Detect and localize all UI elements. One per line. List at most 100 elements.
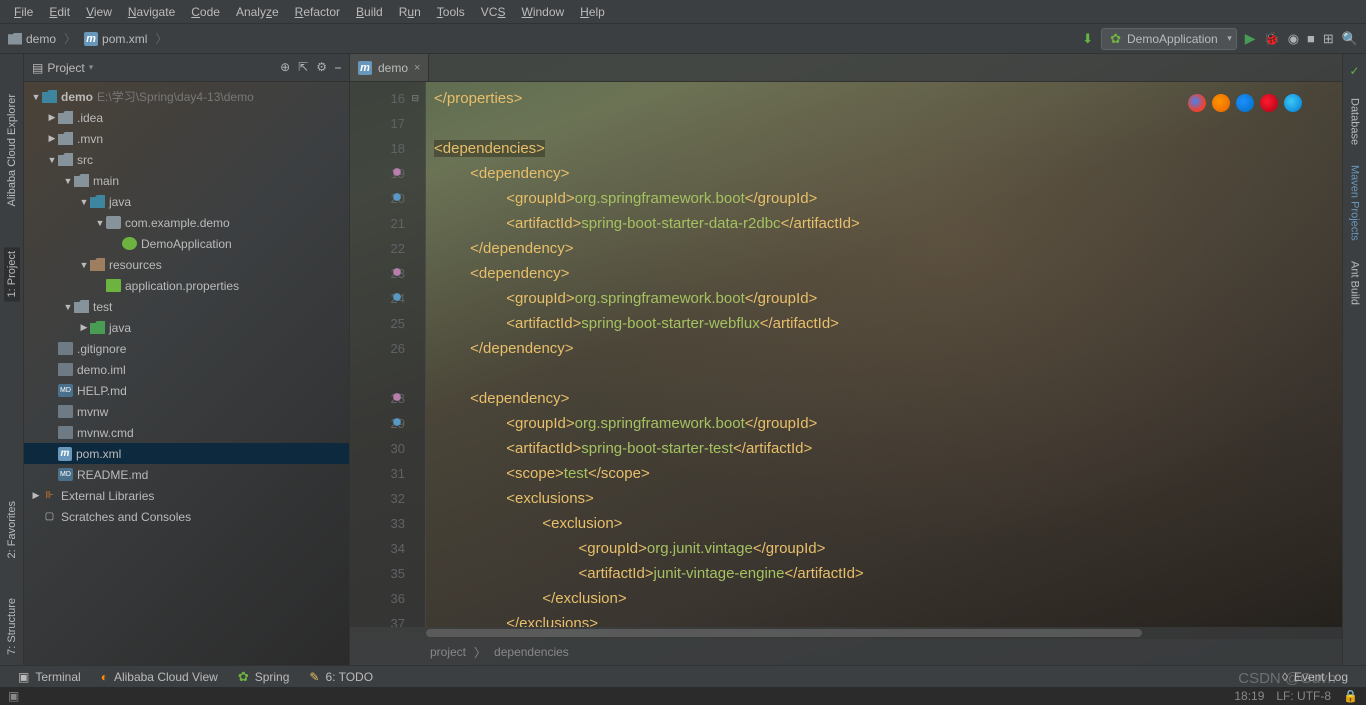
menu-code[interactable]: Code (183, 5, 228, 19)
md-icon: MD (58, 468, 73, 481)
menu-help[interactable]: Help (572, 5, 613, 19)
tool-favorites[interactable]: 2: Favorites (6, 501, 18, 558)
settings-icon[interactable]: ⚙ (316, 60, 327, 75)
tree-help[interactable]: MDHELP.md (24, 380, 349, 401)
maven-icon: m (358, 61, 372, 75)
line-gutter[interactable]: 16⊟ 17 18 19 20 21 22 23 24 25 26 28 29 … (350, 82, 426, 627)
menu-vcs[interactable]: VCS (473, 5, 514, 19)
tree-readme[interactable]: MDREADME.md (24, 464, 349, 485)
run-button[interactable]: ▶ (1245, 30, 1256, 47)
tool-alibaba-cloud[interactable]: Alibaba Cloud Explorer (6, 94, 18, 207)
tree-scratches[interactable]: ▢Scratches and Consoles (24, 506, 349, 527)
tool-project[interactable]: 1: Project (4, 247, 20, 301)
tree-idea[interactable]: ▶.idea (24, 107, 349, 128)
code-content[interactable]: </properties> <dependencies> <dependency… (426, 82, 1342, 627)
panel-title: Project (47, 61, 84, 75)
tree-gitignore[interactable]: .gitignore (24, 338, 349, 359)
status-bar: ▣ 18:19 LF: UTF-8 🔒 (0, 687, 1366, 705)
chrome-icon[interactable] (1188, 94, 1206, 112)
collapse-icon[interactable]: ⇱ (298, 60, 308, 75)
project-structure-icon[interactable]: ⊞ (1323, 31, 1334, 47)
tree-iml[interactable]: demo.iml (24, 359, 349, 380)
firefox-icon[interactable] (1212, 94, 1230, 112)
tool-cloud-view[interactable]: ◐Alibaba Cloud View (91, 670, 228, 684)
debug-button[interactable]: 🐞 (1264, 31, 1280, 47)
safari-icon[interactable] (1236, 94, 1254, 112)
properties-icon (106, 279, 121, 292)
tree-external-libs[interactable]: ▶⊪External Libraries (24, 485, 349, 506)
breadcrumb[interactable]: demo 〉 m pom.xml 〉 (8, 30, 171, 47)
breadcrumb-project: demo (26, 32, 56, 46)
tool-buttons-bar: ▣Terminal ◐Alibaba Cloud View ✿Spring ✎6… (0, 665, 1366, 687)
menu-navigate[interactable]: Navigate (120, 5, 183, 19)
menu-tools[interactable]: Tools (429, 5, 473, 19)
file-icon (58, 363, 73, 376)
cursor-position[interactable]: 18:19 (1234, 689, 1264, 703)
run-config-selector[interactable]: ✿ DemoApplication (1101, 28, 1237, 50)
editor-area: m demo × 16⊟ 17 18 19 20 21 22 23 24 (350, 54, 1342, 665)
menu-run[interactable]: Run (391, 5, 429, 19)
editor-tab[interactable]: m demo × (350, 54, 429, 81)
close-tab-icon[interactable]: × (414, 62, 420, 74)
tree-test[interactable]: ▼test (24, 296, 349, 317)
tree-package[interactable]: ▼com.example.demo (24, 212, 349, 233)
test-folder-icon (90, 321, 105, 334)
package-icon (106, 216, 121, 229)
check-icon: ✓ (1349, 64, 1359, 78)
tool-todo[interactable]: ✎6: TODO (299, 670, 383, 684)
scroll-source-icon[interactable]: ⊕ (280, 60, 290, 75)
tool-structure[interactable]: 7: Structure (6, 598, 18, 655)
menu-refactor[interactable]: Refactor (287, 5, 348, 19)
terminal-icon: ▣ (18, 670, 29, 684)
tree-pom[interactable]: mpom.xml (24, 443, 349, 464)
menu-file[interactable]: File (6, 5, 41, 19)
folder-icon (42, 90, 57, 103)
md-icon: MD (58, 384, 73, 397)
lock-icon[interactable]: 🔒 (1343, 689, 1358, 703)
opera-icon[interactable] (1260, 94, 1278, 112)
tree-test-java[interactable]: ▶java (24, 317, 349, 338)
search-everywhere-icon[interactable]: 🔍 (1342, 31, 1358, 47)
coverage-icon[interactable]: ◉ (1288, 31, 1299, 47)
stop-button[interactable]: ■ (1307, 31, 1315, 46)
tree-mvnwcmd[interactable]: mvnw.cmd (24, 422, 349, 443)
editor-breadcrumb[interactable]: project〉dependencies (350, 639, 1342, 665)
menu-edit[interactable]: Edit (41, 5, 78, 19)
project-tool-window: ▤ Project ▾ ⊕ ⇱ ⚙ ⎯ ▼demoE:\学习\Spring\da… (24, 54, 350, 665)
tool-database[interactable]: Database (1349, 98, 1361, 145)
edge-icon[interactable] (1284, 94, 1302, 112)
menu-build[interactable]: Build (348, 5, 391, 19)
project-tree: ▼demoE:\学习\Spring\day4-13\demo ▶.idea ▶.… (24, 82, 349, 665)
tree-resources[interactable]: ▼resources (24, 254, 349, 275)
tree-root[interactable]: ▼demoE:\学习\Spring\day4-13\demo (24, 86, 349, 107)
tree-main[interactable]: ▼main (24, 170, 349, 191)
encoding[interactable]: LF: UTF-8 (1276, 689, 1331, 703)
hide-icon[interactable]: ⎯ (335, 60, 341, 75)
build-icon[interactable]: ⬇ (1082, 31, 1093, 47)
run-config-name: DemoApplication (1127, 32, 1218, 46)
windows-icon[interactable]: ▣ (8, 689, 19, 703)
maven-icon: m (58, 447, 72, 461)
cloud-icon: ◐ (101, 670, 108, 684)
tree-properties[interactable]: application.properties (24, 275, 349, 296)
tool-maven[interactable]: Maven Projects (1349, 165, 1361, 241)
todo-icon: ✎ (309, 670, 319, 684)
tool-terminal[interactable]: ▣Terminal (8, 670, 91, 684)
tool-spring[interactable]: ✿Spring (228, 669, 300, 685)
menu-window[interactable]: Window (513, 5, 572, 19)
tree-mvn[interactable]: ▶.mvn (24, 128, 349, 149)
menu-view[interactable]: View (78, 5, 120, 19)
spring-icon (122, 237, 137, 250)
menu-analyze[interactable]: Analyze (228, 5, 287, 19)
browser-icons (1188, 94, 1302, 112)
tree-mvnw[interactable]: mvnw (24, 401, 349, 422)
breadcrumb-file: pom.xml (102, 32, 147, 46)
tree-app-class[interactable]: DemoApplication (24, 233, 349, 254)
tree-java[interactable]: ▼java (24, 191, 349, 212)
horizontal-scrollbar[interactable] (350, 627, 1342, 639)
maven-icon: m (84, 32, 98, 46)
panel-dropdown[interactable]: ▾ (89, 62, 94, 73)
tool-ant[interactable]: Ant Build (1349, 261, 1361, 305)
tree-src[interactable]: ▼src (24, 149, 349, 170)
spring-icon: ✿ (238, 669, 249, 685)
